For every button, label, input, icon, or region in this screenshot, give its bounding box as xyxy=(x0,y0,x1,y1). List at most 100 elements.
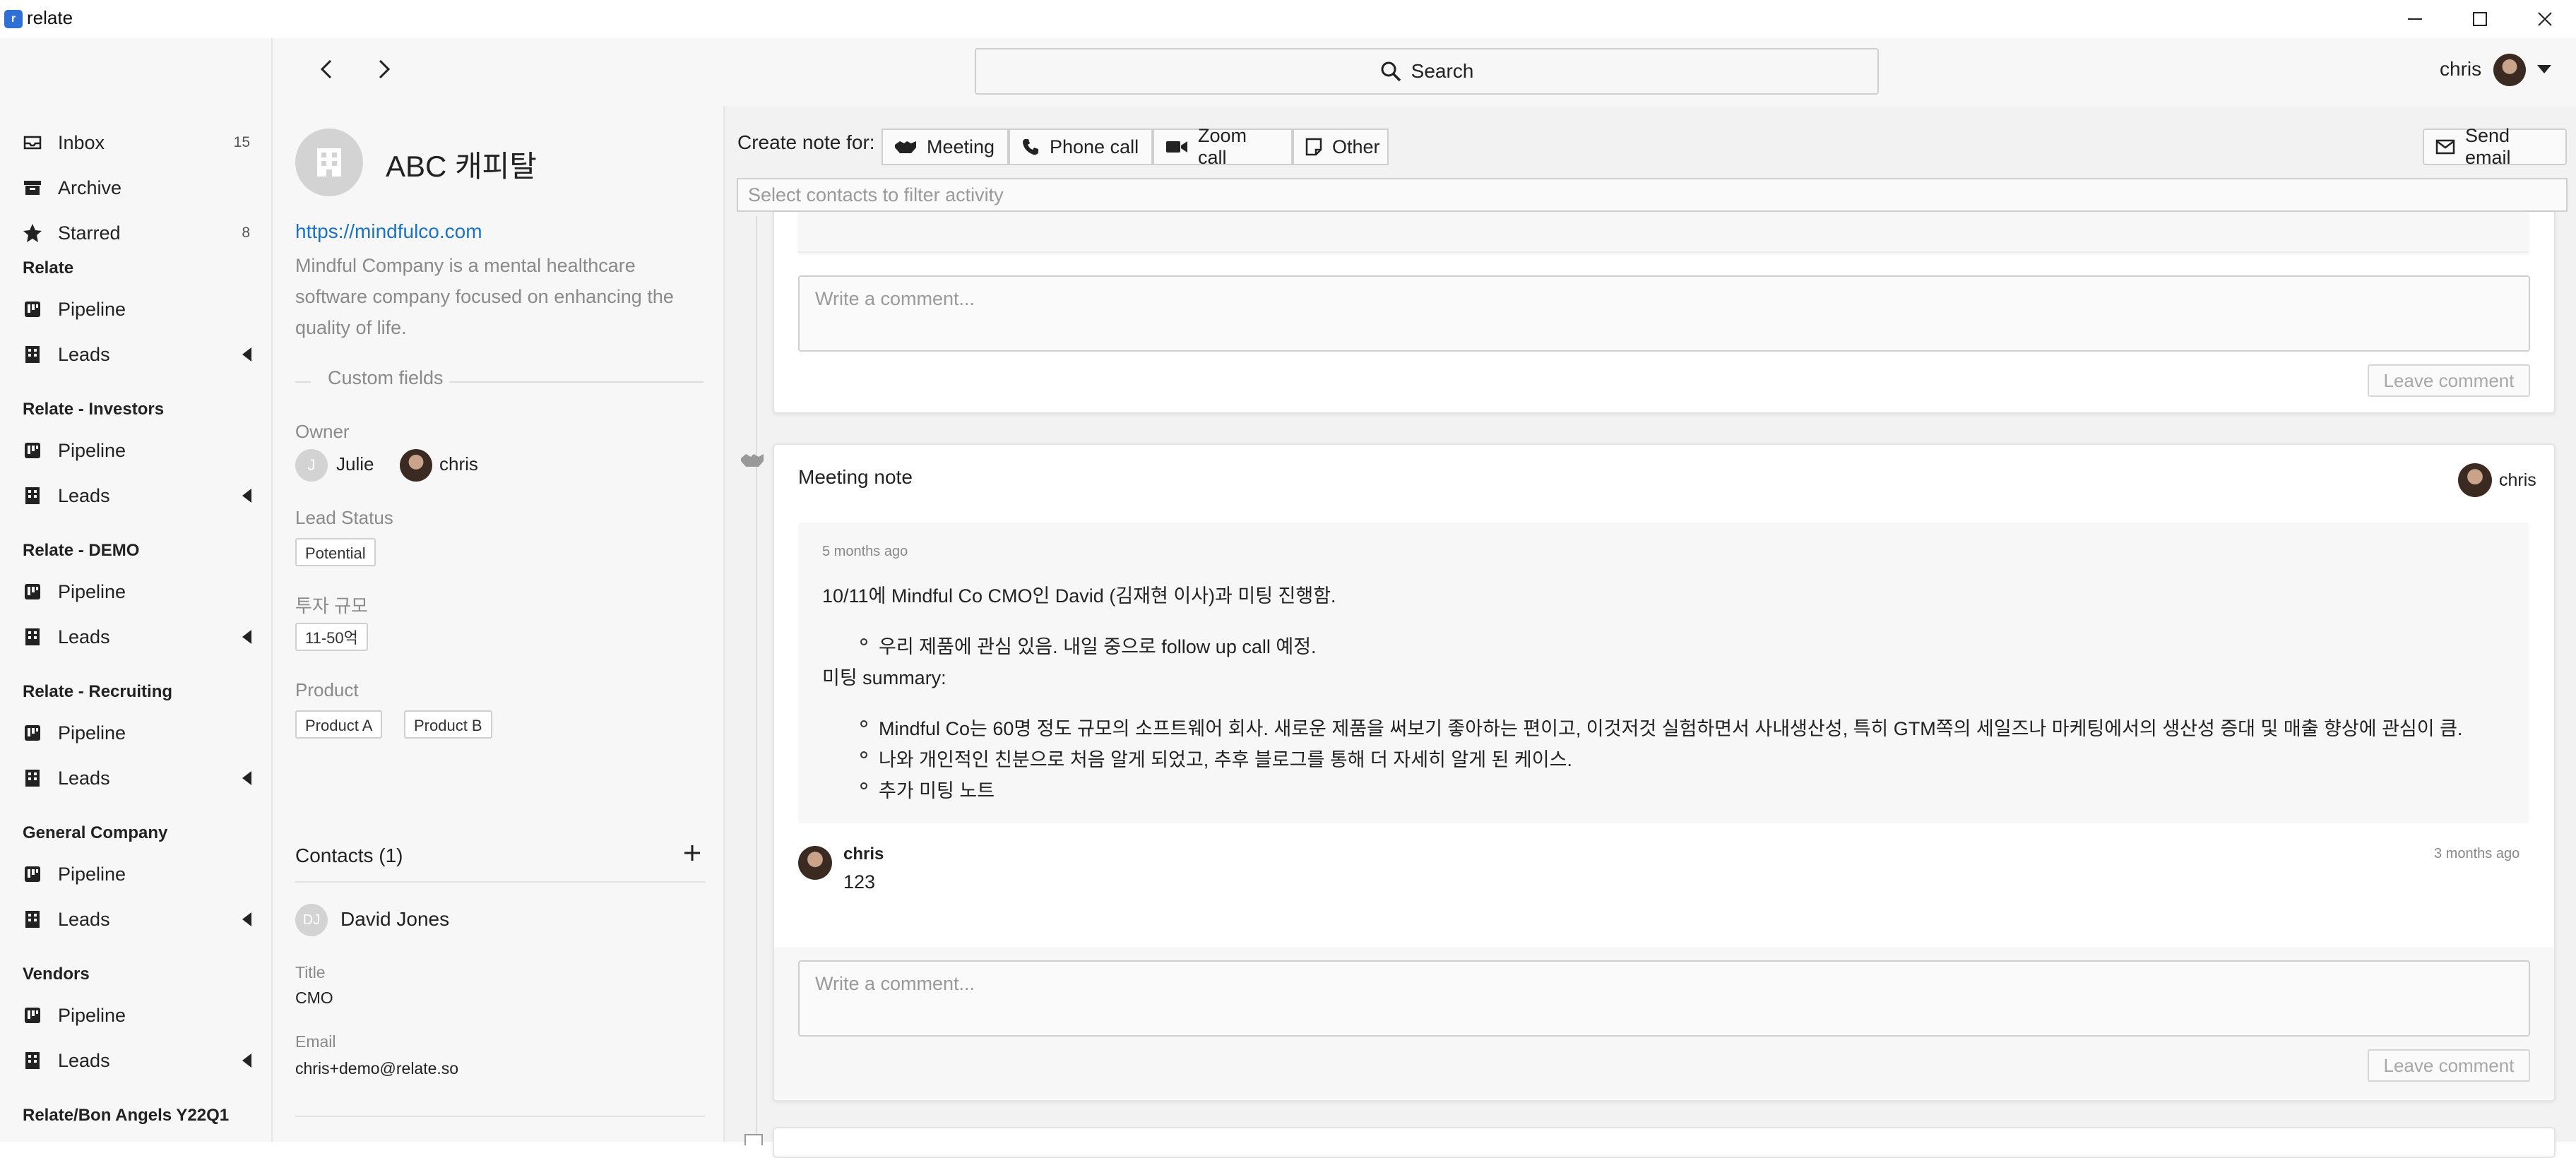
window-titlebar: r relate xyxy=(0,0,2576,38)
building-icon xyxy=(23,486,42,506)
sidebar-item-leads[interactable]: Leads xyxy=(23,904,256,935)
company-description: Mindful Company is a mental healthcare s… xyxy=(295,255,674,338)
contact-title: CMO xyxy=(295,989,333,1007)
sidebar-item-label: Leads xyxy=(58,767,110,789)
sidebar-section-title: Relate xyxy=(23,258,74,277)
sidebar-item-pipeline[interactable]: Pipeline xyxy=(23,576,256,607)
building-icon xyxy=(317,148,341,177)
note-timestamp: 5 months ago xyxy=(822,544,908,559)
product-tag[interactable]: Product B xyxy=(404,710,492,739)
contact-avatar: DJ xyxy=(295,904,328,936)
contact-name[interactable]: David Jones xyxy=(340,908,449,931)
sidebar-item-pipeline[interactable]: Pipeline xyxy=(23,294,256,325)
sidebar-item-leads[interactable]: Leads xyxy=(23,1045,256,1076)
expand-caret-icon[interactable] xyxy=(242,630,251,644)
close-button[interactable] xyxy=(2512,0,2576,38)
sidebar-item-starred[interactable]: Starred 8 xyxy=(23,217,256,249)
search-input[interactable]: Search xyxy=(975,48,1879,95)
user-menu-name[interactable]: chris xyxy=(2440,58,2481,80)
note-phone-call-button[interactable]: Phone call xyxy=(1009,129,1153,165)
sidebar-item-label: Starred xyxy=(58,222,121,244)
investment-tag[interactable]: 11-50억 xyxy=(295,623,368,651)
leave-comment-button[interactable]: Leave comment xyxy=(2368,1049,2530,1082)
note-line: 10/11에 Mindful Co CMO인 David (김재현 이사)과 미… xyxy=(822,585,1336,607)
app-title: relate xyxy=(27,7,73,28)
maximize-button[interactable] xyxy=(2447,0,2512,38)
sidebar-item-pipeline[interactable]: Pipeline xyxy=(23,717,256,748)
sidebar-item-leads[interactable]: Leads xyxy=(23,339,256,370)
comment-input[interactable]: Write a comment... xyxy=(798,960,2530,1037)
expand-caret-icon[interactable] xyxy=(242,1053,251,1068)
expand-caret-icon[interactable] xyxy=(242,489,251,503)
owner-avatar: J xyxy=(295,449,328,482)
sidebar-item-leads[interactable]: Leads xyxy=(23,621,256,652)
expand-caret-icon[interactable] xyxy=(242,347,251,362)
note-author-avatar xyxy=(2458,463,2492,497)
sidebar-item-archive[interactable]: Archive xyxy=(23,172,256,203)
pipeline-icon xyxy=(23,441,42,460)
contact-email[interactable]: chris+demo@relate.so xyxy=(295,1059,458,1078)
sidebar-section-title: Relate - DEMO xyxy=(23,541,140,560)
lead-status-tag[interactable]: Potential xyxy=(295,538,376,566)
expand-caret-icon[interactable] xyxy=(242,771,251,785)
sidebar-item-label: Leads xyxy=(58,1049,110,1071)
sidebar-item-leads[interactable]: Leads xyxy=(23,480,256,511)
expand-caret-icon[interactable] xyxy=(242,912,251,926)
note-meeting-button[interactable]: Meeting xyxy=(882,129,1009,165)
note-title: Meeting note xyxy=(798,466,913,488)
timeline-line xyxy=(756,216,757,1142)
owner-label: Owner xyxy=(295,421,350,442)
search-icon xyxy=(1380,61,1401,82)
send-email-button[interactable]: Send email xyxy=(2423,125,2567,168)
bullet-icon xyxy=(860,782,867,789)
maximize-icon xyxy=(2473,12,2487,26)
sidebar-section-title: Relate/Bon Angels Y22Q1 xyxy=(23,1106,230,1125)
sidebar-item-inbox[interactable]: Inbox 15 xyxy=(23,127,256,158)
sidebar-item-leads[interactable]: Leads xyxy=(23,763,256,794)
contact-filter-input[interactable]: Select contacts to filter activity xyxy=(737,178,2568,212)
sidebar-item-pipeline[interactable]: Pipeline xyxy=(23,859,256,890)
note-line: 미팅 summary: xyxy=(822,667,946,688)
search-label: Search xyxy=(1411,60,1474,82)
user-menu-caret-icon[interactable] xyxy=(2537,65,2551,73)
sidebar-section-title: Vendors xyxy=(23,965,90,984)
owner-name[interactable]: Julie xyxy=(336,453,374,475)
owner-name[interactable]: chris xyxy=(439,453,478,475)
building-icon xyxy=(23,627,42,647)
sidebar-item-label: Inbox xyxy=(58,131,105,153)
bullet-icon xyxy=(860,751,867,758)
sidebar-item-label: Archive xyxy=(58,177,122,198)
company-name: ABC 캐피탈 xyxy=(386,150,537,183)
comment-input[interactable]: Write a comment... xyxy=(798,275,2530,352)
sidebar-item-pipeline[interactable]: Pipeline xyxy=(23,435,256,466)
user-avatar[interactable] xyxy=(2493,54,2526,86)
pipeline-icon xyxy=(23,299,42,319)
previous-note-body xyxy=(798,212,2529,253)
comment-author: chris xyxy=(843,844,884,864)
meeting-note-card: Meeting note chris 5 months ago 10/11에 M… xyxy=(773,443,2556,1102)
building-icon xyxy=(23,1051,42,1070)
contact-title-label: Title xyxy=(295,963,326,981)
back-button[interactable] xyxy=(316,58,336,80)
company-url-link[interactable]: https://mindfulco.com xyxy=(295,220,482,243)
envelope-icon xyxy=(2435,139,2455,155)
sidebar-section-title: General Company xyxy=(23,823,168,842)
app-icon: r xyxy=(4,10,23,28)
sidebar-item-label: Pipeline xyxy=(58,439,126,461)
company-panel: ABC 캐피탈 https://mindfulco.com Mindful Co… xyxy=(273,106,725,1142)
plus-icon xyxy=(684,845,700,861)
note-other-button[interactable]: Other xyxy=(1293,129,1389,165)
sidebar-item-pipeline[interactable]: Pipeline xyxy=(23,1000,256,1031)
minimize-button[interactable] xyxy=(2382,0,2447,38)
product-tag[interactable]: Product A xyxy=(295,710,383,739)
add-contact-button[interactable] xyxy=(682,843,702,863)
lead-status-label: Lead Status xyxy=(295,507,393,528)
note-zoom-call-button[interactable]: Zoom call xyxy=(1153,125,1293,168)
leave-comment-button[interactable]: Leave comment xyxy=(2368,364,2530,397)
bullet-icon xyxy=(860,720,867,727)
forward-button[interactable] xyxy=(374,58,394,80)
sidebar-item-label: Pipeline xyxy=(58,722,126,744)
note-line: 우리 제품에 관심 있음. 내일 중으로 follow up call 예정. xyxy=(879,636,1317,657)
activity-card: Write a comment... Leave comment xyxy=(773,212,2556,414)
archive-icon xyxy=(23,178,42,198)
